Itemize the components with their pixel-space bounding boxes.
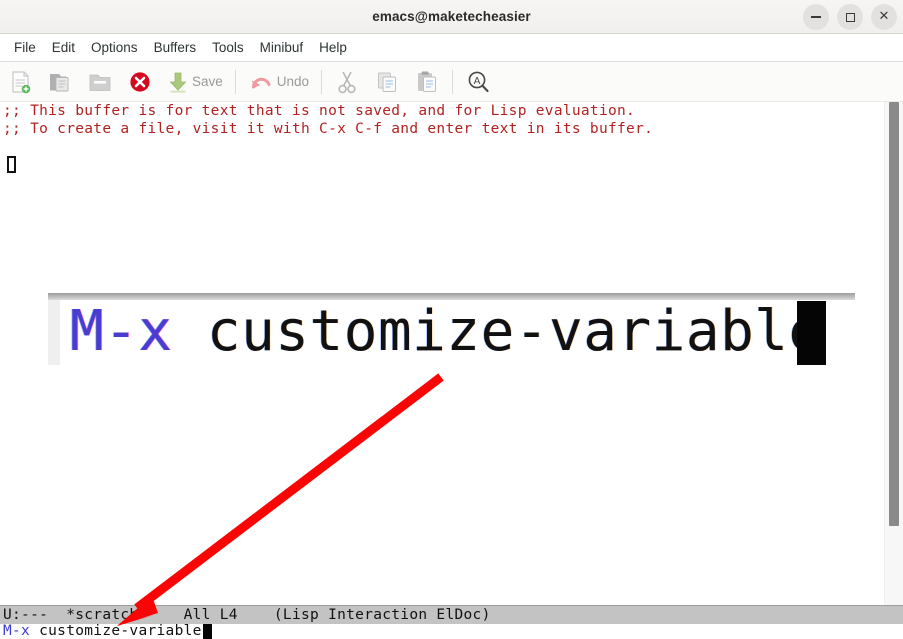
menu-item-options[interactable]: Options	[83, 38, 146, 57]
menu-bar: File Edit Options Buffers Tools Minibuf …	[0, 34, 903, 62]
open-file-button[interactable]	[40, 63, 80, 101]
menu-item-help[interactable]: Help	[311, 38, 355, 57]
copy-button[interactable]	[367, 63, 407, 101]
maximize-icon	[845, 12, 855, 22]
minibuffer-value: customize-variable	[30, 623, 202, 639]
minibuffer-text: M-x customize-variable	[3, 622, 202, 639]
menu-item-edit[interactable]: Edit	[44, 38, 83, 57]
minimize-icon	[811, 16, 821, 18]
menu-item-buffers[interactable]: Buffers	[146, 38, 205, 57]
open-file-icon	[47, 69, 73, 95]
cut-button[interactable]	[327, 63, 367, 101]
buffer-line-1: ;; This buffer is for text that is not s…	[3, 103, 636, 119]
save-button-label: Save	[192, 74, 223, 89]
paste-icon	[414, 69, 440, 95]
minimize-button[interactable]	[803, 4, 829, 30]
window-title: emacs@maketecheasier	[372, 9, 531, 24]
magnified-minibuffer-text: M-x customize-variable	[70, 300, 823, 365]
emacs-window: emacs@maketecheasier ✕ File Edit Options…	[0, 0, 903, 639]
close-icon: ✕	[878, 9, 890, 24]
toolbar-separator-3	[452, 69, 454, 94]
title-bar: emacs@maketecheasier ✕	[0, 0, 903, 34]
toolbar-separator-2	[321, 69, 323, 94]
close-button[interactable]: ✕	[871, 4, 897, 30]
maximize-button[interactable]	[837, 4, 863, 30]
close-buffer-button[interactable]	[120, 63, 160, 101]
search-icon: A	[465, 69, 491, 95]
save-button[interactable]: Save	[160, 63, 230, 101]
magnified-mx-prefix: M-x	[70, 299, 173, 364]
menu-item-file[interactable]: File	[6, 38, 44, 57]
undo-button-label: Undo	[276, 74, 310, 89]
cut-icon	[334, 69, 360, 95]
magnified-block-cursor	[797, 301, 826, 365]
magnified-fringe	[48, 300, 60, 365]
buffer-line-2: ;; To create a file, visit it with C-x C…	[3, 121, 654, 137]
folder-icon	[87, 69, 113, 95]
vertical-scrollbar-thumb[interactable]	[889, 102, 899, 526]
magnified-command-text: customize-variable	[172, 299, 823, 364]
new-file-button[interactable]	[0, 63, 40, 101]
buffer-point-cursor	[7, 156, 16, 173]
search-button[interactable]: A	[458, 63, 498, 101]
new-file-icon	[7, 69, 33, 95]
menu-item-minibuf[interactable]: Minibuf	[252, 38, 312, 57]
paste-button[interactable]	[407, 63, 447, 101]
minibuffer-magnified-overlay: M-x customize-variable	[48, 293, 855, 365]
toolbar-separator-1	[234, 69, 236, 94]
window-controls: ✕	[803, 4, 897, 30]
close-buffer-icon	[127, 69, 153, 95]
menu-item-tools[interactable]: Tools	[204, 38, 252, 57]
minibuffer-mx-prefix: M-x	[3, 623, 31, 639]
undo-icon	[248, 69, 274, 95]
folder-button[interactable]	[80, 63, 120, 101]
copy-icon	[374, 69, 400, 95]
undo-button[interactable]: Undo	[241, 63, 316, 101]
tool-bar: Save Undo A	[0, 62, 903, 102]
save-icon	[167, 69, 189, 95]
svg-text:A: A	[474, 76, 481, 87]
minibuffer-block-cursor	[203, 624, 212, 639]
minibuffer[interactable]: M-x customize-variable	[0, 622, 903, 639]
